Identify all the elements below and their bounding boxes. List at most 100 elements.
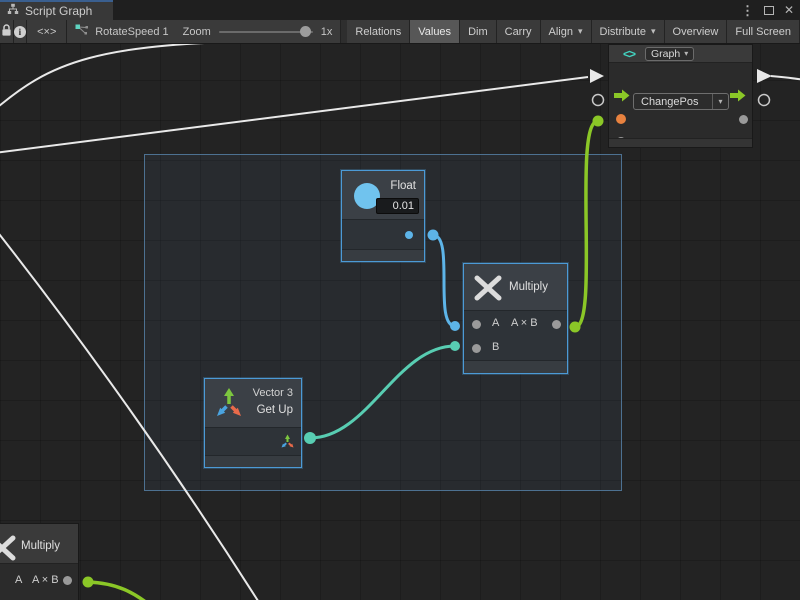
multiply-node-partial[interactable]: Multiply A A × B (0, 523, 79, 600)
flow-arrow-in-icon[interactable] (614, 89, 630, 107)
multiply2-node-header: Multiply (0, 524, 78, 564)
graph-dropdown[interactable]: Graph ▾ (645, 47, 694, 61)
graph-breadcrumb[interactable]: RotateSpeed 1 (67, 20, 178, 43)
fullscreen-button[interactable]: Full Screen (727, 20, 800, 43)
port-dot[interactable] (63, 576, 72, 585)
align-dropdown-button[interactable]: Align▾ (541, 20, 592, 43)
float-node-header: Float 0.01 (342, 171, 424, 220)
values-button[interactable]: Values (410, 20, 460, 43)
port-dot[interactable] (552, 320, 561, 329)
window-maximize-icon[interactable] (764, 6, 774, 15)
wire-endpoint[interactable] (593, 116, 604, 127)
float-output-port[interactable] (405, 231, 413, 239)
multiply-icon (0, 535, 17, 566)
port-result-label: A × B (511, 317, 538, 329)
flow-input-arrowhead[interactable] (590, 69, 604, 83)
wire-endpoint[interactable] (450, 341, 460, 351)
titlebar: Script Graph ⋮ ✕ (0, 0, 800, 20)
node-footer (464, 360, 567, 373)
wire-float-to-multiply-a[interactable] (433, 235, 455, 326)
overview-button[interactable]: Overview (665, 20, 728, 43)
wire-getup-to-multiply-b[interactable] (310, 346, 455, 438)
unconnected-port-ring-left[interactable] (593, 95, 604, 106)
port-a-label: A (492, 317, 499, 329)
multiply-icon (473, 275, 503, 306)
port-dot[interactable] (472, 344, 481, 353)
chevron-down-icon: ▾ (684, 49, 688, 58)
graph-breadcrumb-icon (75, 24, 89, 39)
port-dot[interactable] (472, 320, 481, 329)
getup-node-header: Vector 3 Get Up (205, 379, 301, 428)
wire-multiply-to-changepos[interactable] (575, 121, 598, 327)
flow-output-arrowhead[interactable] (757, 69, 772, 83)
info-button[interactable]: i (14, 20, 28, 43)
wire-endpoint[interactable] (304, 432, 316, 444)
wire-endpoint[interactable] (428, 230, 439, 241)
script-graph-brackets-icon: <> (623, 47, 635, 61)
window-menu-icon[interactable]: ⋮ (741, 4, 754, 17)
graph-breadcrumb-label: RotateSpeed 1 (95, 26, 168, 38)
port-b-label: B (492, 341, 499, 353)
info-icon: i (14, 26, 26, 38)
dim-button[interactable]: Dim (460, 20, 497, 43)
port-result-label: A × B (32, 574, 59, 586)
unconnected-port-ring-right[interactable] (759, 95, 770, 106)
chevron-down-icon: ▾ (578, 26, 583, 37)
vector3-icon (211, 385, 247, 426)
node-title: Multiply (509, 281, 548, 293)
multiply-node[interactable]: Multiply A A × B B (463, 263, 568, 374)
toolbar-buttons: Relations Values Dim Carry Align▾ Distri… (347, 20, 800, 43)
graph-node-header: <> Graph ▾ (609, 45, 752, 63)
flow-arrow-out-icon[interactable] (730, 89, 746, 107)
graph-canvas[interactable]: <> Graph ▾ ChangePos ▾ (0, 44, 800, 600)
multiply-node-header: Multiply (464, 264, 567, 311)
wire-white-to-graph-input[interactable] (0, 77, 588, 153)
float-value-input[interactable]: 0.01 (376, 198, 419, 214)
node-title: Float (390, 180, 416, 192)
multiply2-row-a: A A × B (0, 565, 78, 596)
vector3-output-port-icon[interactable] (279, 433, 296, 455)
api-icon: <×> (37, 26, 56, 38)
lock-button[interactable] (0, 20, 14, 43)
wire-white-from-graph-output[interactable] (771, 76, 800, 80)
float-node-body (342, 221, 424, 249)
api-button[interactable]: <×> (27, 20, 67, 43)
node-footer (609, 138, 752, 147)
port-dot[interactable] (739, 115, 748, 124)
multiply-row-a: A A × B (464, 312, 567, 336)
zoom-label: Zoom (183, 26, 211, 38)
graph-event-node[interactable]: <> Graph ▾ ChangePos ▾ (608, 44, 753, 148)
chevron-down-icon: ▾ (651, 26, 656, 37)
lock-icon (1, 24, 12, 40)
node-footer (205, 455, 301, 467)
toolbar: i <×> RotateSpeed 1 Zoom 1x Relations Va… (0, 20, 800, 44)
port-a-label: A (15, 574, 22, 586)
chevron-down-icon: ▾ (712, 94, 728, 109)
vector3-getup-node[interactable]: Vector 3 Get Up (204, 378, 302, 468)
wire-white-topleft[interactable] (0, 44, 285, 112)
float-node[interactable]: Float 0.01 (341, 170, 425, 262)
node-footer (342, 249, 424, 261)
script-graph-window: Script Graph ⋮ ✕ i <×> RotateSpeed 1 Zoo… (0, 0, 800, 600)
zoom-slider[interactable] (219, 31, 313, 33)
wire-endpoint[interactable] (570, 322, 581, 333)
zoom-slider-handle[interactable] (300, 26, 311, 37)
zoom-control: Zoom 1x (179, 20, 342, 43)
wire-endpoint[interactable] (450, 321, 460, 331)
tab-title: Script Graph (25, 4, 92, 18)
window-close-icon[interactable]: ✕ (784, 4, 794, 16)
node-type-label: Vector 3 (253, 387, 293, 399)
relations-button[interactable]: Relations (347, 20, 410, 43)
multiply-row-b: B (464, 336, 567, 360)
changepos-dropdown[interactable]: ChangePos ▾ (633, 93, 729, 110)
port-dot-orange[interactable] (616, 114, 626, 124)
distribute-dropdown-button[interactable]: Distribute▾ (592, 20, 665, 43)
node-title: Multiply (21, 540, 60, 552)
graph-node-body: ChangePos ▾ (609, 63, 752, 140)
zoom-value: 1x (321, 26, 333, 38)
tab-script-graph[interactable]: Script Graph (0, 0, 113, 20)
wire-multiply2-result-out[interactable] (88, 582, 152, 600)
carry-button[interactable]: Carry (497, 20, 541, 43)
getup-node-body (205, 429, 301, 455)
wire-endpoint[interactable] (83, 577, 94, 588)
